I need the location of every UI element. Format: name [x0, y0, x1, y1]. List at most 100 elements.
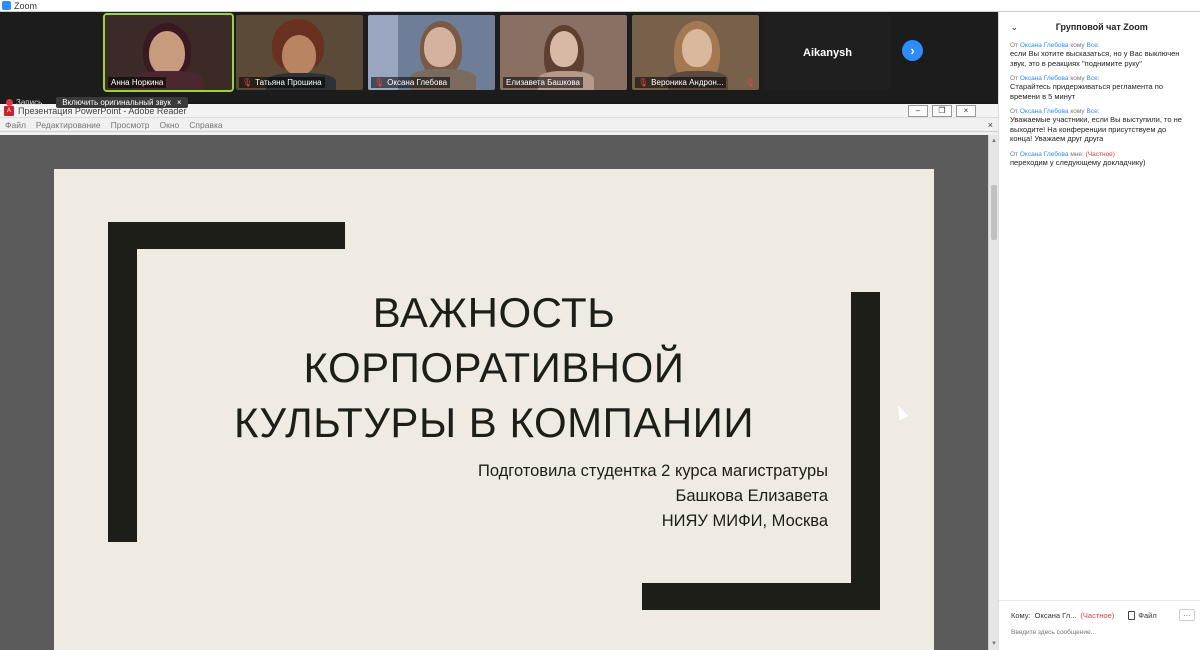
slide-subtitle-line: Подготовила студентка 2 курса магистрату… — [477, 462, 828, 480]
slide-subtitle: Подготовила студентка 2 курса магистрату… — [478, 459, 828, 534]
slide-subtitle-line: НИЯУ МИФИ, Москва — [661, 512, 828, 530]
chat-message: От Оксана Глебова кому Все: Уважаемые уч… — [1010, 108, 1190, 144]
mic-muted-icon: 🎙︎ — [242, 78, 253, 87]
more-options-button[interactable]: ··· — [1179, 609, 1195, 621]
participant-tile[interactable]: 🎙︎ Вероника Андрон... 🎙︎ — [632, 15, 759, 90]
menu-help[interactable]: Справка — [189, 120, 222, 130]
recording-label: Запись — [16, 98, 43, 107]
participant-name: 🎙︎ Оксана Глебова — [371, 77, 451, 88]
message-text: если Вы хотите высказаться, но у Вас вык… — [1010, 49, 1180, 68]
file-button[interactable]: Файл — [1128, 610, 1157, 620]
message-to-prefix: мне: — [1070, 150, 1084, 158]
message-to-prefix: кому — [1070, 75, 1085, 82]
scroll-down-icon[interactable]: ▼ — [990, 640, 998, 648]
document-area: ВАЖНОСТЬ КОРПОРАТИВНОЙ КУЛЬТУРЫ В КОМПАН… — [0, 135, 988, 650]
minimize-button[interactable]: ‒ — [908, 104, 928, 117]
mic-muted-icon: 🎙︎ — [638, 78, 649, 87]
close-document-icon[interactable]: × — [988, 120, 993, 130]
chat-message: От Оксана Глебова кому Все: Старайтесь п… — [1010, 75, 1190, 101]
participant-name: 🎙︎ Вероника Андрон... — [635, 77, 727, 88]
message-text: Старайтесь придерживаться регламента по … — [1010, 82, 1163, 101]
message-from-prefix: От — [1010, 42, 1019, 49]
record-icon — [6, 99, 13, 106]
chat-message: От Оксана Глебова мне: (Частное) переход… — [1010, 151, 1190, 168]
slide-frame-bottom-right — [642, 583, 880, 610]
message-text: переходим у следующему докладчику) — [1010, 157, 1146, 167]
slide-title-line: КОРПОРАТИВНОЙ — [303, 344, 685, 391]
participant-name: 🎙︎ Татьяна Прошина — [239, 77, 325, 88]
to-label: Кому: — [1011, 610, 1031, 620]
chevron-down-icon[interactable]: ⌄ — [1011, 23, 1018, 32]
participant-name-label: Вероника Андрон... — [651, 78, 724, 87]
message-recipient: Все: — [1086, 42, 1100, 49]
video-strip: Анна Норкина 🎙︎ Татьяна Прошина 🎙︎ Оксана … — [0, 12, 998, 102]
participant-tile[interactable]: 🎙︎ Татьяна Прошина — [236, 15, 363, 90]
original-audio-label[interactable]: Включить оригинальный звук — [62, 98, 171, 107]
chat-messages: От Оксана Глебова кому Все: если Вы хоти… — [999, 42, 1200, 167]
message-sender[interactable]: Оксана Глебова — [1020, 42, 1069, 49]
menu-window[interactable]: Окно — [160, 120, 180, 130]
message-text: Уважаемые участники, если Вы выступили, … — [1010, 115, 1182, 143]
participant-name: Елизавета Башкова — [503, 77, 583, 88]
scroll-up-icon[interactable]: ▲ — [990, 137, 998, 145]
window-title: Zoom — [14, 0, 38, 11]
slide-title: ВАЖНОСТЬ КОРПОРАТИВНОЙ КУЛЬТУРЫ В КОМПАН… — [154, 285, 834, 450]
scrollbar-thumb[interactable] — [991, 185, 997, 240]
mic-muted-icon: 🎙︎ — [374, 78, 385, 87]
slide-title-line: КУЛЬТУРЫ В КОМПАНИИ — [233, 399, 755, 446]
message-meta: От Оксана Глебова мне: (Частное) — [1010, 151, 1190, 158]
menu-file[interactable]: Файл — [5, 120, 26, 130]
message-to-prefix: кому — [1070, 108, 1085, 115]
message-recipient: Все: — [1086, 75, 1100, 82]
reader-window-controls: ‒ ❐ × — [908, 104, 998, 117]
participant-name-label: Оксана Глебова — [387, 78, 448, 87]
close-button[interactable]: × — [956, 104, 976, 117]
adobe-reader-window: A Презентация PowerPoint - Adobe Reader … — [0, 104, 998, 650]
slide-frame-top-left — [108, 222, 345, 249]
slide-frame-right — [851, 292, 880, 610]
message-to-prefix: кому — [1070, 42, 1085, 49]
recipient-select[interactable]: Оксана Гл... — [1035, 611, 1077, 620]
message-recipient: Все: — [1086, 108, 1100, 115]
participant-name-label: Анна Норкина — [111, 78, 164, 87]
message-sender[interactable]: Оксана Глебова — [1020, 108, 1069, 115]
restore-button[interactable]: ❐ — [932, 104, 952, 117]
message-from-prefix: От — [1010, 108, 1019, 115]
participant-tile[interactable]: Елизавета Башкова — [500, 15, 627, 90]
vertical-scrollbar[interactable]: ▲ ▼ — [988, 135, 998, 650]
zoom-logo-icon — [2, 1, 11, 10]
participant-name-label: Татьяна Прошина — [255, 78, 322, 87]
file-label: Файл — [1138, 610, 1157, 620]
menu-edit[interactable]: Редактирование — [36, 120, 101, 130]
recipient-row: Кому: Оксана Гл... (Частное) Файл ··· — [999, 601, 1200, 621]
original-audio-tooltip[interactable]: Включить оригинальный звук × — [56, 97, 188, 108]
zoom-window: Zoom Анна Норкина 🎙︎ Татьяна Прошина 🎙︎ Ок… — [0, 0, 1200, 650]
chat-title: Групповой чат Zoom — [1055, 22, 1148, 32]
message-from-prefix: От — [1010, 150, 1019, 158]
message-sender[interactable]: Оксана Глебова — [1020, 75, 1069, 82]
participant-tile[interactable]: Анна Норкина — [103, 13, 234, 92]
chat-footer: Кому: Оксана Гл... (Частное) Файл ··· — [999, 600, 1200, 650]
file-icon — [1128, 610, 1136, 620]
mic-muted-icon: 🎙︎ — [744, 78, 755, 87]
message-meta: От Оксана Глебова кому Все: — [1010, 42, 1190, 49]
next-page-button[interactable]: › — [902, 40, 923, 61]
message-sender[interactable]: Оксана Глебова — [1020, 151, 1069, 158]
close-icon[interactable]: × — [177, 98, 182, 107]
message-meta: От Оксана Глебова кому Все: — [1010, 108, 1190, 115]
chevron-right-icon: › — [910, 43, 915, 58]
message-from-prefix: От — [1010, 75, 1019, 82]
message-private-tag: (Частное) — [1085, 150, 1115, 158]
participant-tile[interactable]: 🎙︎ Оксана Глебова — [368, 15, 495, 90]
participant-name: Анна Норкина — [108, 77, 167, 88]
chat-message-input[interactable] — [1011, 629, 1189, 636]
slide-frame-left — [108, 222, 137, 542]
reader-menu-bar: Файл Редактирование Просмотр Окно Справк… — [0, 118, 998, 132]
participant-name: Aikanysh — [803, 46, 852, 59]
recording-indicator: Запись Включить оригинальный звук × — [0, 96, 188, 109]
menu-view[interactable]: Просмотр — [111, 120, 150, 130]
participant-tile[interactable]: Aikanysh — [764, 15, 891, 90]
presentation-slide: ВАЖНОСТЬ КОРПОРАТИВНОЙ КУЛЬТУРЫ В КОМПАН… — [54, 169, 934, 650]
slide-subtitle-line: Башкова Елизавета — [675, 487, 828, 505]
private-label: (Частное) — [1080, 610, 1115, 620]
